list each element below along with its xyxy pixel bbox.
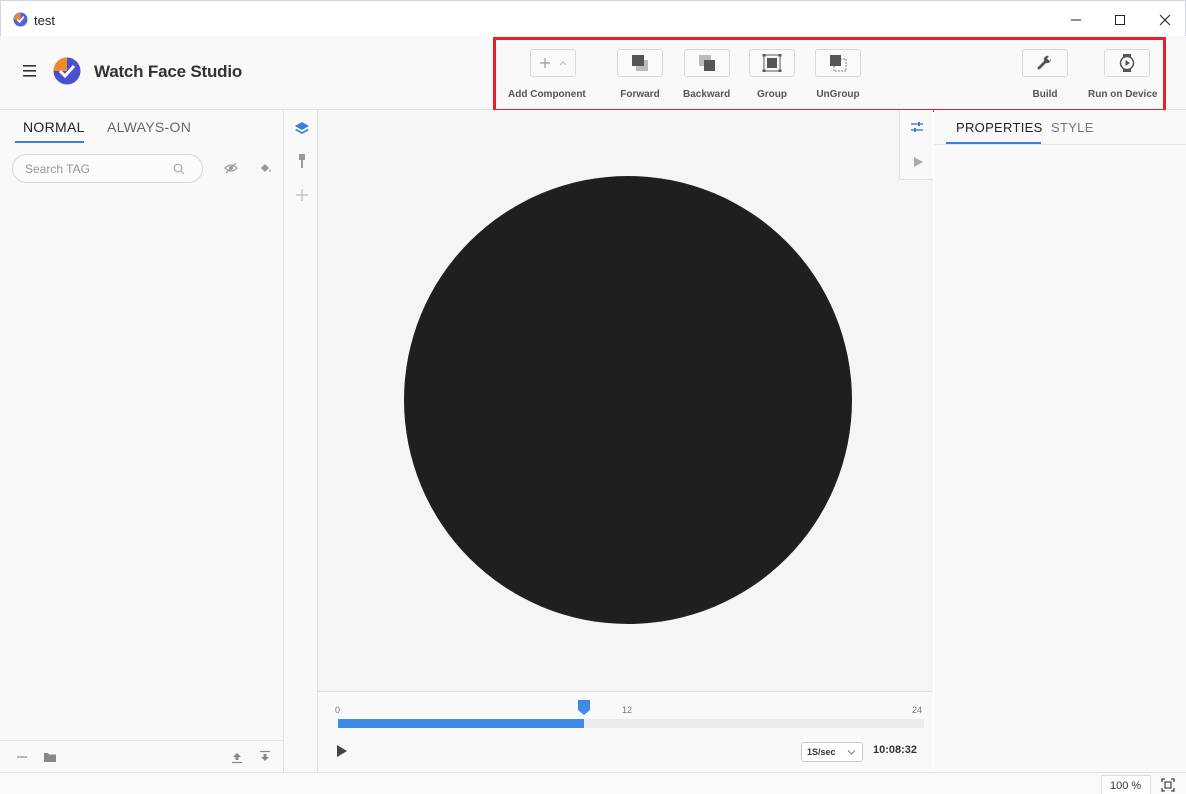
preview-canvas[interactable] (318, 110, 933, 691)
window-title: test (34, 13, 55, 28)
send-backward-icon (698, 55, 715, 71)
brush-icon[interactable] (294, 153, 310, 169)
ungroup-button[interactable]: UnGroup (815, 49, 861, 100)
wrench-icon (1037, 55, 1052, 70)
tab-always-on[interactable]: ALWAYS-ON (107, 119, 191, 135)
close-button[interactable] (1142, 5, 1186, 35)
timeline-progress (338, 719, 585, 728)
build-button[interactable]: Build (1022, 49, 1068, 100)
timeline-handle[interactable] (578, 700, 591, 716)
layers-panel: NORMAL ALWAYS-ON Search TAG (0, 110, 284, 772)
properties-panel: PROPERTIES STYLE (934, 110, 1186, 772)
maximize-button[interactable] (1097, 5, 1143, 35)
timeline-track[interactable] (338, 719, 924, 728)
move-to-bottom-icon[interactable] (258, 750, 272, 764)
layers-footer (0, 740, 283, 772)
watch-face-preview[interactable] (404, 176, 852, 624)
menu-icon[interactable] (22, 64, 38, 78)
group-button[interactable]: Group (749, 49, 795, 100)
timeline-end-label: 24 (912, 705, 923, 715)
forward-button[interactable]: Forward (617, 49, 663, 100)
app-name: Watch Face Studio (94, 62, 243, 81)
sliders-icon[interactable] (910, 120, 924, 134)
close-icon (1159, 14, 1171, 26)
app-logo (53, 57, 81, 85)
preview-play-icon[interactable] (912, 156, 924, 168)
timeline-panel: 0 12 24 1S/sec 10:08:32 (318, 691, 933, 772)
layers-icon[interactable] (294, 120, 310, 136)
active-tab-indicator (15, 141, 84, 143)
search-tag-input[interactable]: Search TAG (12, 154, 203, 183)
plus-icon (540, 58, 567, 68)
playback-speed-select[interactable]: 1S/sec (801, 742, 863, 762)
folder-icon[interactable] (43, 750, 57, 764)
window-titlebar: test (0, 0, 1186, 38)
add-icon[interactable] (294, 187, 310, 203)
app-icon (13, 12, 28, 27)
group-icon (762, 54, 782, 72)
visibility-off-icon[interactable] (224, 161, 238, 175)
remove-icon[interactable] (15, 750, 29, 764)
zoom-level: 100 % (1110, 780, 1142, 792)
ungroup-icon (830, 55, 847, 72)
tab-divider (934, 144, 1186, 145)
tool-rail (285, 110, 318, 772)
fit-screen-icon[interactable] (1161, 778, 1175, 792)
tab-normal[interactable]: NORMAL (23, 119, 85, 135)
paint-bucket-icon[interactable] (259, 161, 273, 175)
current-time: 10:08:32 (873, 744, 918, 756)
active-tab-indicator (946, 142, 1041, 144)
status-bar: 100 % (0, 772, 1186, 794)
tab-style[interactable]: STYLE (1051, 120, 1094, 135)
add-component-button[interactable]: Add Component (508, 49, 586, 100)
tab-properties[interactable]: PROPERTIES (956, 120, 1043, 135)
run-on-device-button[interactable]: Run on Device (1088, 49, 1157, 100)
backward-button[interactable]: Backward (683, 49, 730, 100)
playback-speed-value: 1S/sec (807, 747, 836, 757)
watch-play-icon (1119, 54, 1135, 72)
maximize-icon (1115, 15, 1125, 25)
search-placeholder: Search TAG (25, 162, 90, 176)
timeline-mid-label: 12 (622, 705, 633, 715)
chevron-down-icon (847, 750, 856, 755)
bring-forward-icon (632, 55, 648, 71)
canvas-side-tools (899, 110, 933, 180)
mode-tabs: NORMAL ALWAYS-ON (0, 110, 283, 144)
move-to-top-icon[interactable] (230, 750, 244, 764)
search-icon[interactable] (173, 163, 185, 175)
minimize-icon (1071, 19, 1081, 21)
timeline-start-label: 0 (335, 705, 341, 715)
zoom-level-field[interactable]: 100 % (1101, 775, 1151, 794)
play-icon[interactable] (336, 744, 348, 758)
minimize-button[interactable] (1053, 5, 1099, 35)
